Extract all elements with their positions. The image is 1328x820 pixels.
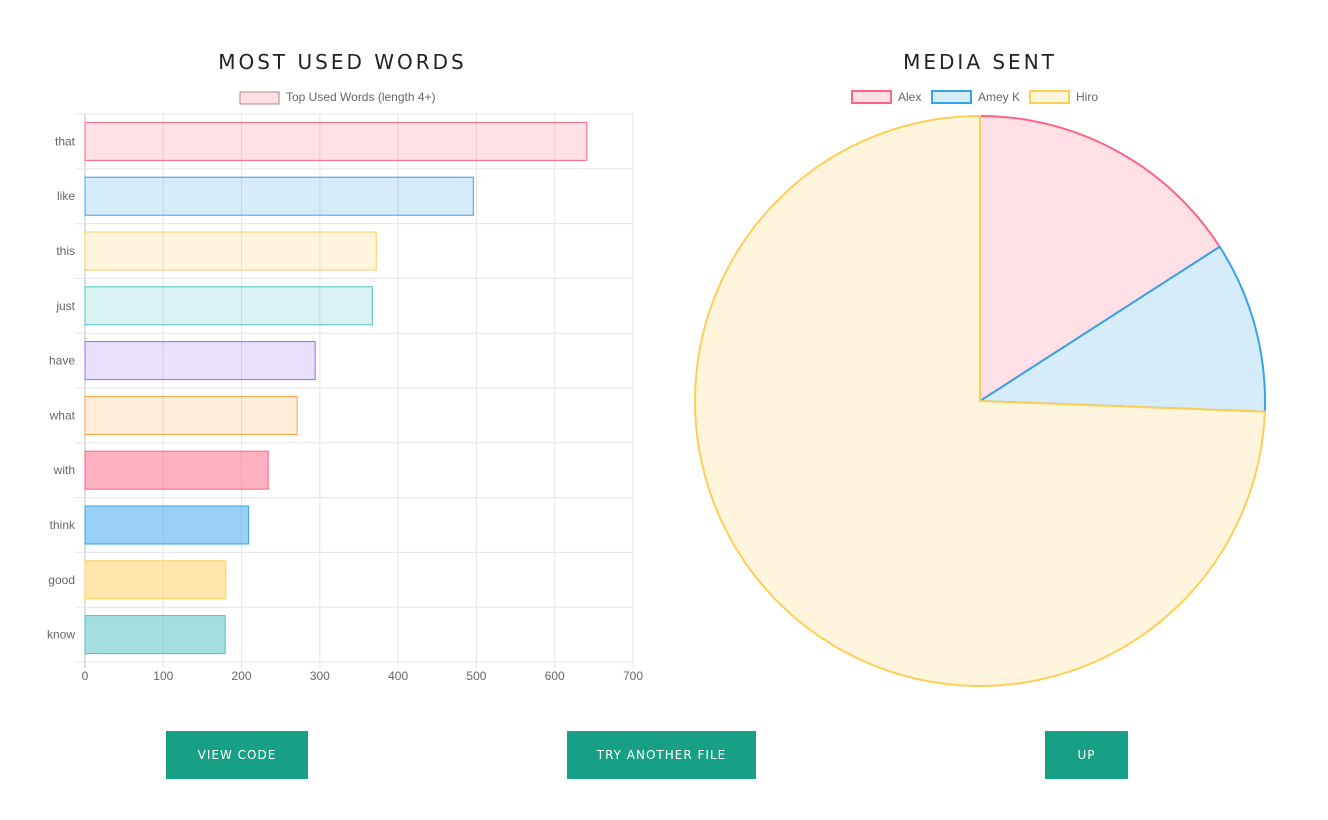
y-tick-label: like xyxy=(57,189,75,203)
x-tick-label: 700 xyxy=(623,669,643,683)
y-tick-label: what xyxy=(49,408,76,422)
y-tick-label: good xyxy=(48,573,75,587)
legend-swatch xyxy=(851,90,892,104)
legend-label: Top Used Words (length 4+) xyxy=(286,90,436,104)
y-tick-label: that xyxy=(55,134,76,148)
bar-that xyxy=(84,121,588,161)
legend-label: Amey K xyxy=(978,90,1020,104)
legend-swatch xyxy=(1029,90,1070,104)
x-tick-label: 400 xyxy=(388,669,408,683)
y-tick-label: have xyxy=(49,354,75,368)
y-tick-label: this xyxy=(56,244,75,258)
charts-canvas: 0 100 200 300 400 500 600 700 that like this just ha… xyxy=(47,90,1266,687)
bar-this xyxy=(84,231,377,271)
x-tick-label: 300 xyxy=(310,669,330,683)
y-tick-label: with xyxy=(53,463,75,477)
x-tick-label: 500 xyxy=(466,669,486,683)
bar-know xyxy=(84,615,226,655)
bar-what xyxy=(84,395,298,435)
legend-label: Hiro xyxy=(1076,90,1098,104)
bar-good xyxy=(84,560,227,600)
y-tick-label: just xyxy=(55,299,75,313)
y-tick-label: think xyxy=(50,518,76,532)
bar-just xyxy=(84,286,373,326)
x-tick-label: 0 xyxy=(82,669,89,683)
x-tick-label: 100 xyxy=(153,669,173,683)
bar-like xyxy=(84,176,474,216)
view-code-button[interactable]: VIEW CODE xyxy=(166,731,308,779)
x-tick-label: 600 xyxy=(545,669,565,683)
bar-with xyxy=(84,450,269,490)
legend-swatch xyxy=(239,91,280,105)
bar-think xyxy=(84,505,250,545)
legend-label: Alex xyxy=(898,90,921,104)
y-tick-label: know xyxy=(47,628,75,642)
bar-have xyxy=(84,341,316,381)
legend-swatch xyxy=(931,90,972,104)
up-button[interactable]: UP xyxy=(1045,731,1128,779)
try-another-file-button[interactable]: TRY ANOTHER FILE xyxy=(567,731,756,779)
x-tick-label: 200 xyxy=(232,669,252,683)
